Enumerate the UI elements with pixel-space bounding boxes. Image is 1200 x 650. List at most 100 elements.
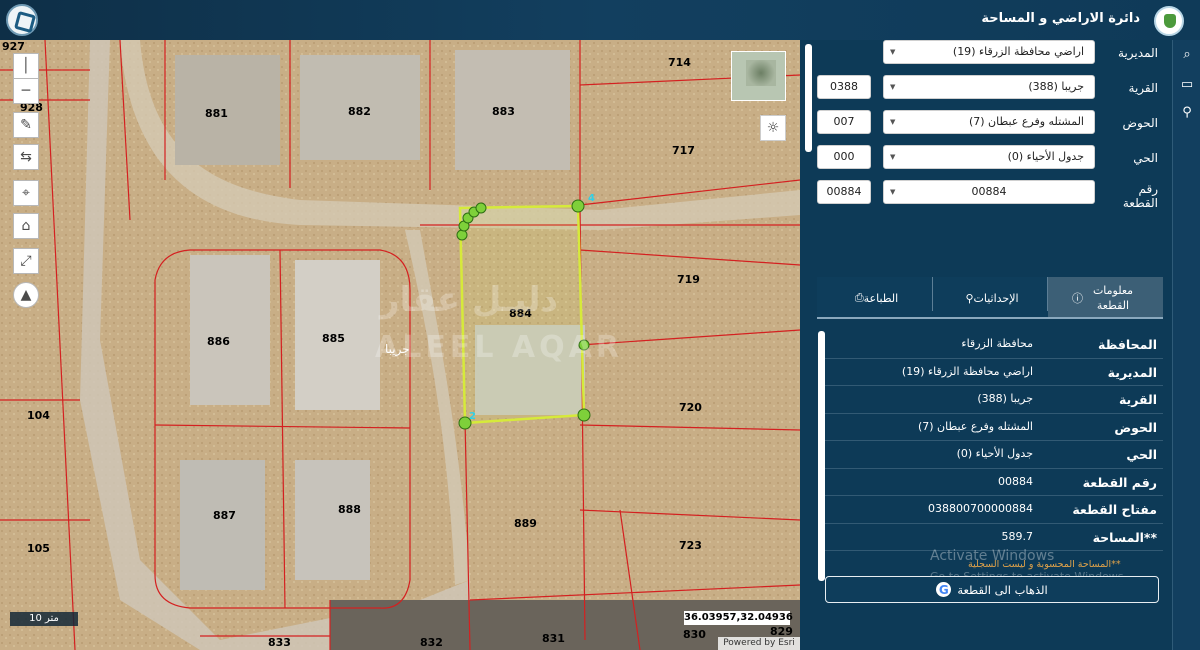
goto-parcel-label: الذهاب الى القطعة	[957, 582, 1048, 597]
info-row: رقم القطعة 00884	[825, 469, 1163, 496]
basin-label: الحوض	[1122, 116, 1158, 130]
info-row: **المساحة 589.7	[825, 524, 1163, 551]
info-key: مفتاح القطعة	[1072, 502, 1157, 517]
zoom-out-button[interactable]: ─	[13, 78, 39, 104]
parcel-label: 832	[420, 636, 443, 649]
parcel-label: 105	[27, 542, 50, 555]
parcel-label: 889	[514, 517, 537, 530]
watermark-en: ALEEL AQAR	[375, 330, 623, 365]
zoom-in-button[interactable]: │	[13, 53, 39, 79]
parcel-label: رقم القطعة	[1122, 182, 1158, 210]
swap-icon[interactable]: ⇆	[13, 144, 39, 170]
home-icon[interactable]: ⌂	[13, 213, 39, 239]
info-row: مفتاح القطعة 038800700000884	[825, 496, 1163, 524]
goto-parcel-button[interactable]: الذهاب الى القطعة G	[825, 576, 1159, 603]
info-value: 038800700000884	[928, 502, 1033, 515]
info-tabs: الطباعة ⎙ الإحداثيات ⚲ معلومات القطعة ⓘ	[817, 277, 1163, 319]
parcel-label: 720	[679, 401, 702, 414]
info-key: الحوض	[1114, 419, 1157, 435]
parcel-label: 104	[27, 409, 50, 422]
top-bar: دائرة الاراضي و المساحة	[0, 0, 1200, 40]
directorate-select[interactable]: اراضي محافظة الزرقاء (19)	[883, 40, 1095, 64]
locate-icon[interactable]: ⌖	[13, 180, 39, 206]
parcel-code-input[interactable]: 00884	[817, 180, 871, 204]
measure-icon[interactable]: ✎	[13, 112, 39, 138]
info-value: اراضي محافظة الزرقاء (19)	[901, 364, 1033, 378]
parcel-label: 882	[348, 105, 371, 118]
tab-print-label: الطباعة	[863, 291, 899, 305]
info-value: جدول الأحياء (0)	[956, 447, 1033, 460]
info-value: المشتله وفرع عبطان (7)	[917, 419, 1033, 433]
parcel-row: 00884 00884 رقم القطعة	[800, 180, 1170, 216]
parcel-label: 886	[207, 335, 230, 348]
village-select[interactable]: جريبا (388)	[883, 75, 1095, 99]
village-row: 0388 جريبا (388) القرية	[800, 75, 1170, 103]
map-view[interactable]: 927 928 881 882 883 714 717 719 886 885 …	[0, 40, 800, 650]
directorate-label: المديرية	[1118, 46, 1158, 60]
tab-coordinates[interactable]: الإحداثيات ⚲	[933, 277, 1047, 319]
vertex-label: 2	[469, 411, 476, 422]
vertex-label: 4	[588, 193, 595, 204]
scale-bar: 10 متر	[10, 612, 78, 626]
parcel-label: 885	[322, 332, 345, 345]
tab-underline	[817, 317, 1163, 319]
app-badge-icon[interactable]	[6, 4, 38, 36]
info-row: المحافظة محافظة الزرقاء	[825, 331, 1163, 359]
overview-minimap[interactable]	[731, 51, 786, 101]
info-value: محافظة الزرقاء	[961, 337, 1033, 350]
village-code-input[interactable]: 0388	[817, 75, 871, 99]
info-row: القرية جريبا (388)	[825, 386, 1163, 414]
info-key: **المساحة	[1092, 529, 1157, 545]
info-value: 00884	[998, 474, 1033, 488]
basin-row: 007 المشتله وفرع عبطان (7) الحوض	[800, 110, 1170, 138]
coordinates-readout: 36.03957,32.04936	[684, 611, 793, 625]
parcel-label: 927	[2, 40, 25, 53]
neighborhood-label: الحي	[1133, 151, 1158, 165]
info-icon: ⓘ	[1072, 292, 1083, 305]
parcel-label: 883	[492, 105, 515, 118]
search-icon[interactable]: ⌕	[1177, 44, 1197, 64]
tab-parcel-info[interactable]: معلومات القطعة ⓘ	[1048, 277, 1163, 319]
info-key: رقم القطعة	[1082, 474, 1157, 490]
printer-icon: ⎙	[854, 291, 864, 304]
basin-select[interactable]: المشتله وفرع عبطان (7)	[883, 110, 1095, 134]
info-row: الحوض المشتله وفرع عبطان (7)	[825, 414, 1163, 441]
directorate-row: اراضي محافظة الزرقاء (19) المديرية	[800, 40, 1170, 68]
parcel-label: 830	[683, 628, 706, 641]
parcel-select[interactable]: 00884	[883, 180, 1095, 204]
info-scrollbar[interactable]	[818, 331, 825, 581]
export-icon[interactable]: ⤢	[13, 248, 39, 274]
info-key: القرية	[1118, 392, 1157, 407]
google-icon: G	[936, 582, 952, 597]
area-note: **المساحة المحسوبة و ليست السجلية	[968, 559, 1121, 570]
department-logo	[1154, 6, 1184, 36]
app-title: دائرة الاراضي و المساحة	[981, 11, 1140, 26]
form-scrollbar[interactable]	[805, 44, 812, 152]
sun-icon[interactable]: ☼	[760, 115, 786, 141]
parcel-label: 723	[679, 539, 702, 552]
parcel-label: 887	[213, 509, 236, 522]
parcel-label: 833	[268, 636, 291, 649]
layers-icon[interactable]: ▭	[1177, 74, 1197, 94]
building	[190, 255, 270, 405]
north-arrow-icon[interactable]: ▲	[13, 282, 39, 308]
info-row: الحي جدول الأحياء (0)	[825, 441, 1163, 469]
building	[295, 460, 370, 580]
building	[180, 460, 265, 590]
watermark-ar: دليـل عقار	[380, 280, 558, 320]
info-row: المديرية اراضي محافظة الزرقاء (19)	[825, 359, 1163, 386]
right-toolbar: ⌕ ▭ ⚲	[1172, 40, 1200, 650]
neighborhood-code-input[interactable]: 000	[817, 145, 871, 169]
info-value: 589.7	[1001, 529, 1034, 543]
basin-code-input[interactable]: 007	[817, 110, 871, 134]
tab-parcel-info-label: معلومات القطعة	[1092, 284, 1134, 312]
pin-icon: ⚲	[965, 291, 974, 305]
location-icon[interactable]: ⚲	[1177, 102, 1197, 122]
neighborhood-select[interactable]: جدول الأحياء (0)	[883, 145, 1095, 169]
neighborhood-row: 000 جدول الأحياء (0) الحي	[800, 145, 1170, 173]
info-key: الحي	[1126, 447, 1157, 462]
parcel-label: 881	[205, 107, 228, 120]
tab-print[interactable]: الطباعة ⎙	[817, 277, 932, 319]
info-key: المحافظة	[1097, 337, 1157, 352]
parcel-label: 719	[677, 273, 700, 286]
